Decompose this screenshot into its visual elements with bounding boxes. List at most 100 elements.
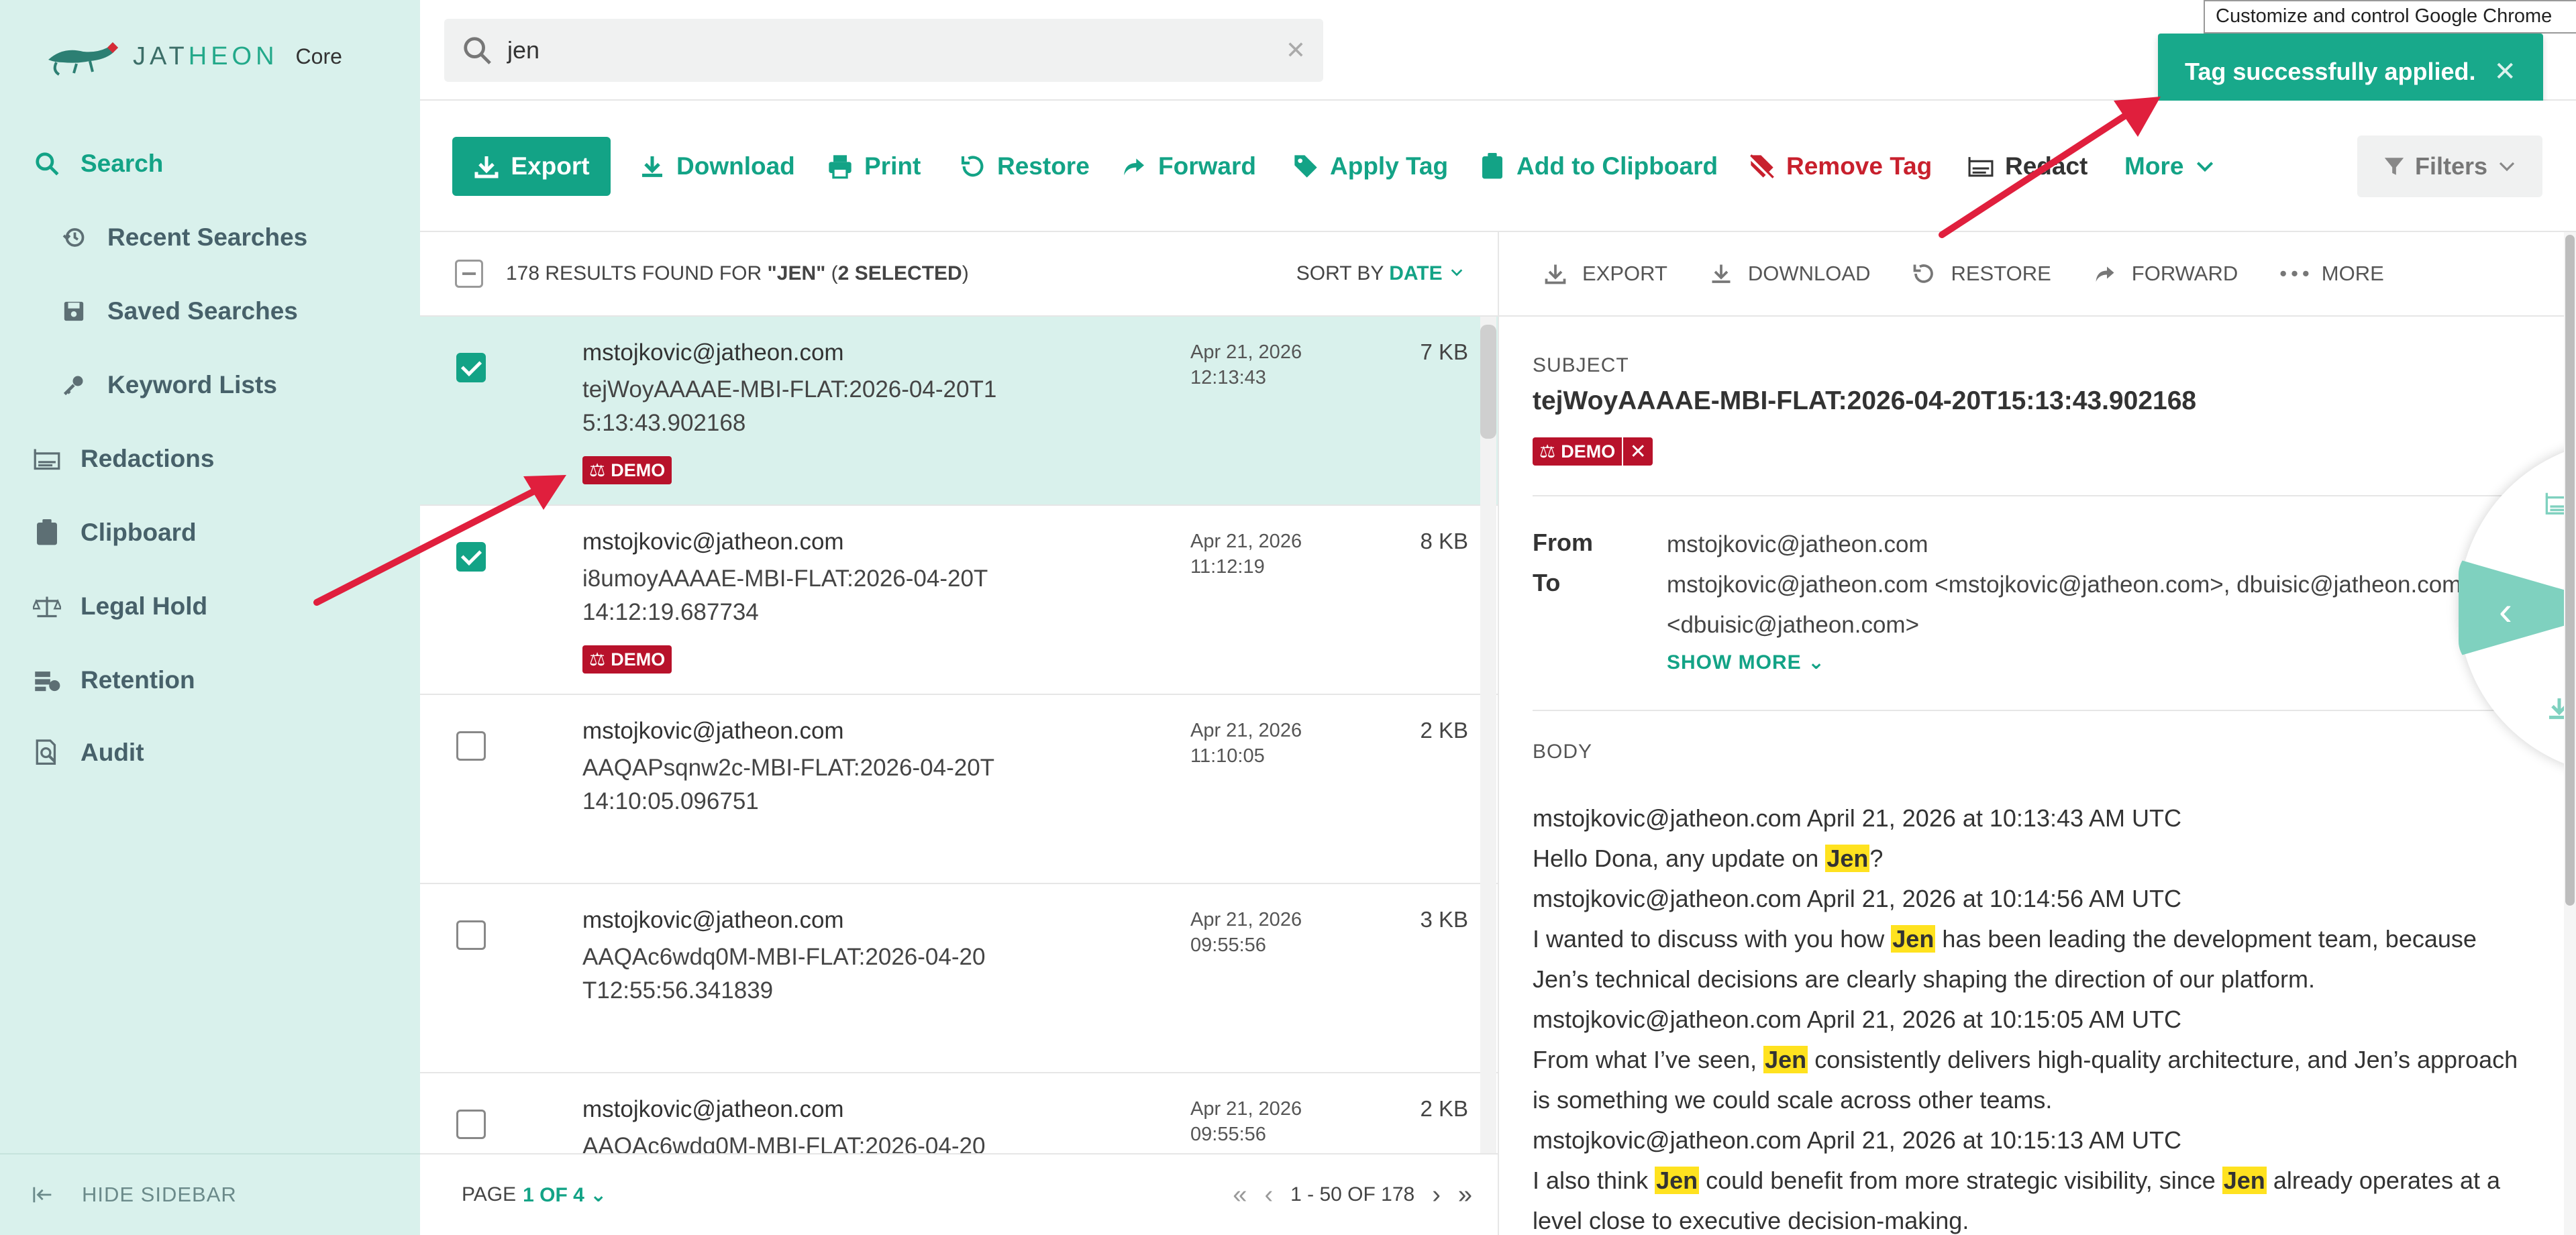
body-text: ? xyxy=(1869,845,1884,872)
detail-export-button[interactable]: EXPORT xyxy=(1543,262,1667,286)
scales-icon: ⚖ xyxy=(589,649,606,669)
next-page-icon[interactable]: › xyxy=(1432,1181,1441,1210)
sidebar-item-saved-searches[interactable]: Saved Searches xyxy=(59,297,298,326)
search-query-text[interactable]: jen xyxy=(507,36,1271,64)
search-input[interactable]: jen ✕ xyxy=(444,19,1323,82)
sidebar-item-legal-hold[interactable]: Legal Hold xyxy=(32,592,207,621)
tag-label: DEMO xyxy=(611,460,666,480)
row-date-day: Apr 21, 2026 xyxy=(1190,341,1302,363)
page-selector[interactable]: 1 OF 4 ⌄ xyxy=(523,1183,607,1207)
row-checkbox[interactable] xyxy=(456,1110,486,1139)
row-checkbox[interactable] xyxy=(456,731,486,761)
close-toast-icon[interactable]: ✕ xyxy=(2493,56,2516,87)
row-date-time: 09:55:56 xyxy=(1190,934,1266,956)
show-more-button[interactable]: SHOW MORE ⌄ xyxy=(1667,651,1825,674)
detail-forward-button[interactable]: FORWARD xyxy=(2093,262,2238,286)
apply-tag-button[interactable]: Apply Tag xyxy=(1292,137,1448,196)
last-page-icon[interactable]: » xyxy=(1458,1181,1472,1210)
body-line: I also think Jen could benefit from more… xyxy=(1533,1161,2526,1235)
row-date-day: Apr 21, 2026 xyxy=(1190,1098,1302,1120)
tag-label: DEMO xyxy=(1561,441,1616,462)
redact-button[interactable]: Redact xyxy=(1967,137,2088,196)
sidebar-item-label: Search xyxy=(81,150,164,177)
remove-tag-button[interactable]: Remove Tag xyxy=(1749,137,1932,196)
quick-actions-wheel[interactable]: ‹ xyxy=(2459,440,2576,775)
remove-tag-icon[interactable]: ✕ xyxy=(1622,437,1653,466)
sidebar-item-recent-searches[interactable]: Recent Searches xyxy=(59,223,307,252)
row-subject: i8umoyAAAAE-MBI-FLAT:2026-04-20T14:12:19… xyxy=(582,566,988,625)
sidebar-item-label: Audit xyxy=(81,739,144,766)
body-line: From what I’ve seen, Jen consistently de… xyxy=(1533,1040,2526,1120)
selected-close: ) xyxy=(962,262,969,284)
print-label: Print xyxy=(864,152,921,180)
prev-page-icon[interactable]: ‹ xyxy=(1264,1181,1273,1210)
row-sender: mstojkovic@jatheon.com xyxy=(582,1096,844,1122)
scrollbar-thumb[interactable] xyxy=(1480,325,1496,439)
forward-icon xyxy=(1124,158,1144,176)
row-date: Apr 21, 2026 09:55:56 xyxy=(1190,907,1338,958)
sidebar-item-audit[interactable]: Audit xyxy=(32,738,144,767)
download-button[interactable]: Download xyxy=(639,137,795,196)
results-scrollbar[interactable] xyxy=(1480,317,1496,1155)
sidebar-item-redactions[interactable]: Redactions xyxy=(32,444,214,474)
row-sender: mstojkovic@jatheon.com xyxy=(582,718,844,744)
selected-count: 2 SELECTED xyxy=(837,262,962,284)
scrollbar-thumb[interactable] xyxy=(2565,235,2575,906)
more-menu-button[interactable]: More xyxy=(2124,137,2216,196)
sidebar-item-label: Saved Searches xyxy=(107,297,298,325)
row-sender: mstojkovic@jatheon.com xyxy=(582,907,844,933)
results-panel: 178 RESULTS FOUND FOR "JEN" (2 SELECTED)… xyxy=(420,232,1499,1235)
search-icon xyxy=(32,149,62,178)
export-icon xyxy=(1545,264,1566,284)
scales-icon: ⚖ xyxy=(589,460,606,480)
table-row[interactable]: mstojkovic@jatheon.com tejWoyAAAAE-MBI-F… xyxy=(420,317,1498,506)
detail-more-button[interactable]: ••• MORE xyxy=(2279,262,2384,286)
detail-scrollbar[interactable] xyxy=(2564,232,2576,1235)
table-row[interactable]: mstojkovic@jatheon.com i8umoyAAAAE-MBI-F… xyxy=(420,506,1498,695)
sidebar-item-retention[interactable]: Retention xyxy=(32,665,195,695)
search-hit: Jen xyxy=(2222,1167,2267,1194)
sidebar-item-label: Clipboard xyxy=(81,519,197,546)
filters-button[interactable]: Filters xyxy=(2357,136,2542,197)
table-row[interactable]: mstojkovic@jatheon.com AAQAPsqnw2c-MBI-F… xyxy=(420,695,1498,884)
page-value: 1 OF 4 xyxy=(523,1183,584,1206)
chevron-down-icon xyxy=(2499,162,2515,172)
clear-search-icon[interactable]: ✕ xyxy=(1286,36,1306,64)
row-subject: AAQAPsqnw2c-MBI-FLAT:2026-04-20T14:10:05… xyxy=(582,755,995,814)
detail-restore-button[interactable]: RESTORE xyxy=(1912,262,2051,286)
forward-icon xyxy=(2096,266,2114,282)
sidebar-item-clipboard[interactable]: Clipboard xyxy=(32,518,197,547)
row-date: Apr 21, 2026 11:10:05 xyxy=(1190,718,1338,769)
restore-button[interactable]: Restore xyxy=(960,137,1090,196)
print-button[interactable]: Print xyxy=(827,137,921,196)
row-date-time: 12:13:43 xyxy=(1190,367,1266,388)
export-button[interactable]: Export xyxy=(452,137,611,196)
row-date-day: Apr 21, 2026 xyxy=(1190,531,1302,552)
chevron-left-icon[interactable]: ‹ xyxy=(2499,588,2512,634)
jatheon-logo[interactable]: JATHEON Core xyxy=(43,30,342,83)
sort-label: SORT BY xyxy=(1296,262,1390,284)
sidebar-item-search[interactable]: Search xyxy=(32,149,163,178)
collapse-left-icon xyxy=(33,1187,52,1203)
sidebar: JATHEON Core Search Recent Searches Save… xyxy=(0,0,420,1235)
body-text: From what I’ve seen, xyxy=(1533,1046,1764,1073)
select-all-checkbox[interactable] xyxy=(455,260,483,288)
first-page-icon[interactable]: « xyxy=(1233,1181,1247,1210)
row-checkbox[interactable] xyxy=(456,920,486,950)
detail-download-button[interactable]: DOWNLOAD xyxy=(1709,262,1870,286)
collapse-wedge[interactable] xyxy=(2459,559,2576,656)
pagination-bar: PAGE 1 OF 4 ⌄ « ‹ 1 - 50 OF 178 › » xyxy=(420,1153,1498,1235)
row-checkbox[interactable] xyxy=(456,353,486,382)
sort-by-dropdown[interactable]: SORT BY DATE xyxy=(1296,262,1465,285)
clipboard-icon xyxy=(1482,153,1502,179)
add-to-clipboard-button[interactable]: Add to Clipboard xyxy=(1479,137,1718,196)
table-row[interactable]: mstojkovic@jatheon.com AAQAc6wdq0M-MBI-F… xyxy=(420,884,1498,1073)
results-count-prefix: 178 RESULTS FOUND FOR xyxy=(506,262,768,284)
detail-restore-label: RESTORE xyxy=(1951,262,2051,285)
forward-button[interactable]: Forward xyxy=(1121,137,1256,196)
row-checkbox[interactable] xyxy=(456,542,486,572)
detail-toolbar: EXPORT DOWNLOAD RESTORE FORWARD ••• MORE xyxy=(1499,232,2576,317)
hide-sidebar-button[interactable]: HIDE SIDEBAR xyxy=(0,1153,420,1235)
restore-icon xyxy=(961,156,984,177)
sidebar-item-keyword-lists[interactable]: Keyword Lists xyxy=(59,370,277,400)
